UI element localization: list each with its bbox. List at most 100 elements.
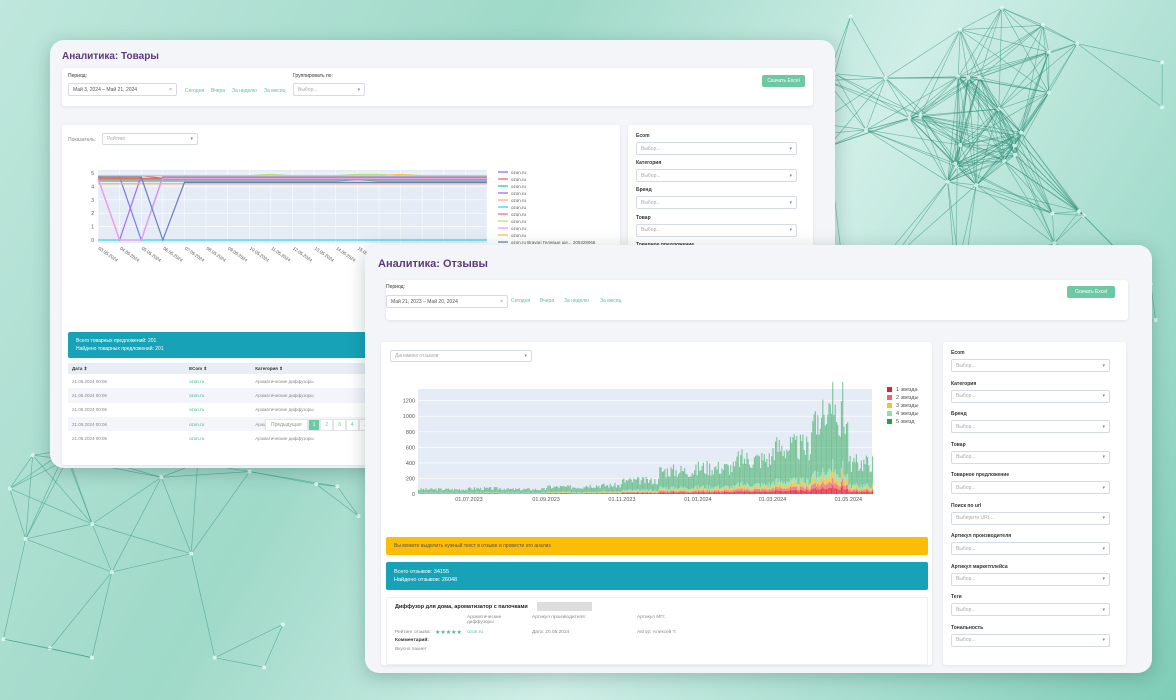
network-node (945, 179, 950, 184)
link-yesterday[interactable]: Вчера (211, 88, 225, 94)
filter-select[interactable]: Выбор... ▾ (636, 196, 797, 210)
link-today[interactable]: Сегодня (511, 298, 530, 304)
link-week[interactable]: За неделю (232, 88, 257, 94)
chevron-down-icon: ▾ (789, 199, 792, 206)
filter-select[interactable]: Выбор... ▾ (636, 142, 797, 155)
bar-segment (798, 489, 800, 492)
bar-segment (796, 435, 798, 478)
bar-segment (636, 477, 639, 490)
network-line (960, 144, 1015, 146)
legend-label[interactable]: ozon.ru (511, 212, 527, 217)
filter-select[interactable]: Выбор... ▾ (951, 450, 1110, 464)
bar-segment (751, 467, 753, 487)
bar-segment (761, 452, 763, 483)
bar-segment (624, 491, 626, 493)
bar-segment (631, 491, 634, 493)
bar-segment (848, 487, 850, 490)
bar-segment (798, 484, 800, 488)
bar-segment (854, 489, 856, 492)
group-select[interactable]: Выбор... ▾ (293, 83, 365, 96)
link-today[interactable]: Сегодня (185, 88, 204, 94)
chart-type-select[interactable]: Динамика отзывов ▾ (390, 350, 532, 362)
legend-label[interactable]: ozon.ru (511, 170, 527, 175)
chevron-down-icon: ▾ (1102, 484, 1105, 491)
link-week[interactable]: За неделю (564, 298, 589, 304)
clear-icon[interactable]: × (169, 87, 172, 93)
bar-segment (830, 488, 833, 494)
download-excel-button[interactable]: Скачать Excel (762, 75, 805, 87)
bar-segment (553, 493, 555, 494)
bar-segment (680, 492, 682, 494)
bar-segment (559, 485, 561, 492)
filter-select[interactable]: Выбор... ▾ (951, 542, 1110, 555)
network-node (1153, 318, 1158, 323)
filter-select[interactable]: Выбор... ▾ (636, 223, 797, 237)
legend-label[interactable]: ozon.ru (511, 191, 527, 196)
network-line (316, 483, 359, 517)
download-excel-button[interactable]: Скачать Excel (1067, 286, 1115, 298)
bar-segment (838, 486, 840, 490)
network-line (3, 638, 93, 658)
legend-label[interactable]: 3 звезды (896, 403, 919, 409)
bar-segment (656, 493, 658, 494)
bar-segment (854, 491, 856, 494)
bar-segment (824, 425, 826, 475)
period-input[interactable]: Май 21, 2023 – Май 20, 2024 × (386, 295, 508, 308)
legend-label[interactable]: ozon.ru (511, 233, 527, 238)
legend-label[interactable]: ozon.ru (511, 184, 527, 189)
y-tick-label: 200 (406, 476, 415, 482)
page-button[interactable]: 1 (307, 419, 321, 431)
legend-label[interactable]: 2 звезды (896, 395, 919, 401)
legend-label[interactable]: ozon.ru (511, 205, 527, 210)
legend-label[interactable]: ozon.ru (511, 198, 527, 203)
link-month[interactable]: За месяц (600, 298, 621, 304)
bar-segment (691, 492, 693, 494)
pagination: Предыдущая1234... (265, 419, 373, 431)
filter-select[interactable]: Выбор... ▾ (951, 389, 1110, 403)
bar-segment (797, 483, 799, 487)
filter-select[interactable]: Выбор... ▾ (636, 169, 797, 183)
legend-label[interactable]: 4 звезды (896, 411, 919, 417)
filter-select[interactable]: Выберите URL... ▾ (951, 511, 1110, 525)
bar-segment (793, 486, 795, 490)
clear-icon[interactable]: × (500, 299, 503, 305)
legend-label[interactable]: ozon.ru (511, 177, 527, 182)
bar-segment (568, 493, 570, 494)
network-line (887, 181, 948, 254)
filter-select[interactable]: Выбор... ▾ (951, 359, 1110, 372)
period-input[interactable]: Май 3, 2024 – Май 21, 2024 × (68, 83, 177, 96)
legend-label[interactable]: 5 звезд (896, 419, 915, 425)
column-header[interactable]: ECom ⇕ (185, 363, 251, 374)
link-month[interactable]: За месяц (264, 88, 285, 94)
bar-segment (646, 479, 648, 490)
link-yesterday[interactable]: Вчера (540, 298, 554, 304)
bar-segment (832, 382, 834, 460)
bar-segment (549, 492, 551, 493)
prev-page-button[interactable]: Предыдущая (265, 419, 308, 431)
page-button[interactable]: 4 (345, 419, 359, 431)
column-header[interactable]: Дата ⇕ (68, 363, 185, 374)
bar-segment (774, 441, 777, 480)
bar-segment (765, 489, 767, 492)
filter-select[interactable]: Выбор... ▾ (951, 420, 1110, 433)
page-button[interactable]: 3 (333, 419, 346, 431)
legend-label[interactable]: 1 звезда (896, 387, 919, 393)
network-line (9, 455, 34, 489)
filter-select[interactable]: Выбор... ▾ (951, 633, 1110, 647)
chevron-down-icon: ▾ (789, 172, 792, 179)
filter-select[interactable]: Выбор... ▾ (951, 603, 1110, 616)
filter-select[interactable]: Выбор... ▾ (951, 572, 1110, 586)
bar-segment (797, 491, 799, 494)
legend-label[interactable]: ozon.ru (511, 226, 527, 231)
filter-select[interactable]: Выбор... ▾ (951, 481, 1110, 494)
review-ecom-link[interactable]: ozon.ru (467, 630, 483, 635)
network-line (111, 477, 162, 573)
bar-segment (486, 492, 488, 493)
bar-segment (796, 489, 798, 494)
bar-segment (758, 489, 760, 492)
metric-select[interactable]: Рейтинг ▾ (102, 133, 198, 145)
bar-segment (604, 491, 606, 493)
bar-segment (519, 490, 522, 494)
legend-label[interactable]: ozon.ru (511, 219, 527, 224)
page-button[interactable]: 2 (320, 419, 334, 431)
